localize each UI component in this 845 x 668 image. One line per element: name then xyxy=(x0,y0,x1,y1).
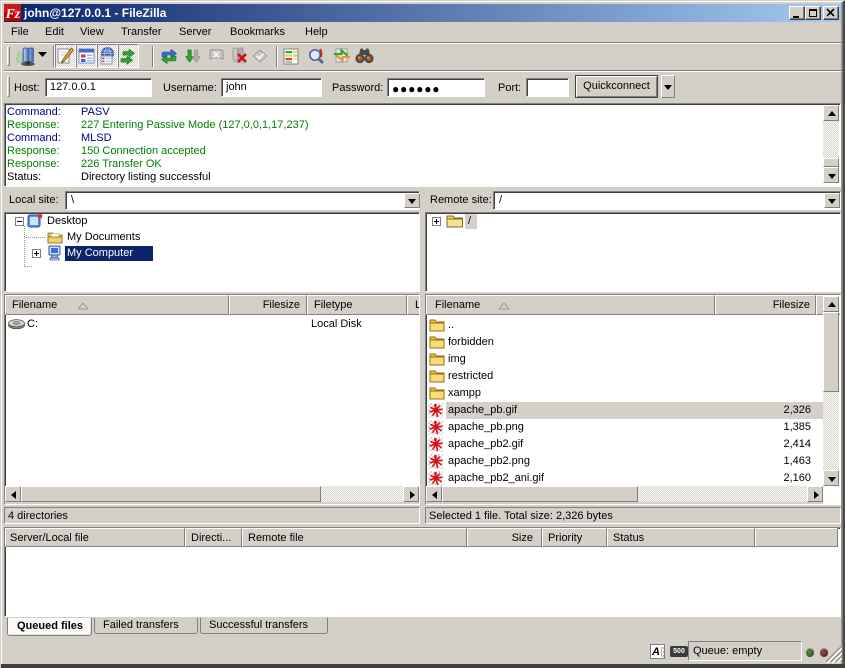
svg-text:Fz: Fz xyxy=(5,6,21,21)
